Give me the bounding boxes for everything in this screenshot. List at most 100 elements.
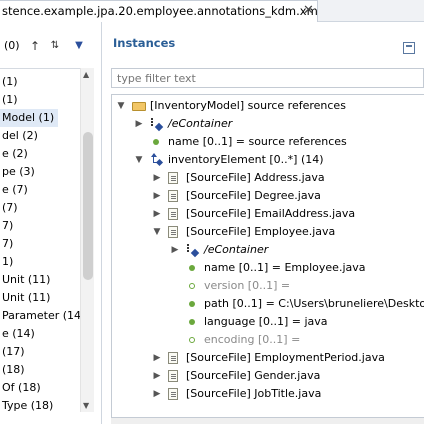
tree-row[interactable]: name [0..1] = source references bbox=[112, 133, 424, 151]
folder-icon bbox=[132, 102, 146, 111]
reference-icon bbox=[150, 153, 164, 167]
attribute-icon bbox=[153, 139, 159, 145]
tree-row-label: [SourceFile] Address.java bbox=[186, 171, 325, 184]
file-icon bbox=[168, 208, 178, 220]
tree-row-label: language [0..1] = java bbox=[204, 315, 328, 328]
types-list-item[interactable]: e (7) bbox=[0, 181, 92, 199]
instances-tree: ▼ [InventoryModel] source references ▶ /eCo… bbox=[111, 94, 424, 418]
tree-row[interactable]: ▼ [SourceFile] Employee.java bbox=[112, 223, 424, 241]
scroll-up-icon[interactable]: ▲ bbox=[83, 70, 89, 79]
types-list-item[interactable]: e (14) bbox=[0, 325, 92, 343]
filter-input[interactable] bbox=[111, 68, 424, 88]
tree-row-label: [SourceFile] JobTitle.java bbox=[186, 387, 322, 400]
types-list-item[interactable]: (7) bbox=[0, 199, 92, 217]
tree-row-label: /eContainer bbox=[204, 243, 269, 256]
types-list-item[interactable]: pe (3) bbox=[0, 163, 92, 181]
editor-tab-title: stence.example.jpa.20.employee.annotatio… bbox=[2, 4, 318, 18]
attribute-icon bbox=[189, 301, 195, 307]
tree-row[interactable]: ▶ [SourceFile] EmploymentPeriod.java bbox=[112, 349, 424, 367]
pane-title: Instances bbox=[113, 36, 176, 50]
types-list-item[interactable]: 7) bbox=[0, 235, 92, 253]
types-list-item[interactable]: 1) bbox=[0, 253, 92, 271]
expand-arrow-icon[interactable]: ▶ bbox=[170, 241, 180, 259]
tree-row[interactable]: ▼ inventoryElement [0..*] (14) bbox=[112, 151, 424, 169]
tree-row-label: name [0..1] = Employee.java bbox=[204, 261, 366, 274]
tree-row[interactable]: ▶ [SourceFile] EmailAddress.java bbox=[112, 205, 424, 223]
file-icon bbox=[168, 172, 178, 184]
tree-row[interactable]: name [0..1] = Employee.java bbox=[112, 259, 424, 277]
scroll-down-icon[interactable]: ▼ bbox=[83, 401, 89, 410]
types-list-item[interactable]: (17) bbox=[0, 343, 92, 361]
types-list-item[interactable]: (18) bbox=[0, 361, 92, 379]
types-pane: (0) ↑ ⇅ ▼ (1) (1) Model (1) del (2) e (2) pe … bbox=[0, 22, 102, 424]
file-icon bbox=[168, 352, 178, 364]
file-icon bbox=[168, 370, 178, 382]
tree-row[interactable]: ▶ /eContainer bbox=[112, 241, 424, 259]
tree-horizontal-scrollbar[interactable] bbox=[111, 418, 424, 424]
expand-arrow-icon[interactable]: ▶ bbox=[152, 367, 162, 385]
tree-row[interactable]: ▶ [SourceFile] Address.java bbox=[112, 169, 424, 187]
minimize-icon[interactable] bbox=[403, 42, 415, 54]
sort-alphabetical-icon[interactable]: ⇅ bbox=[48, 38, 62, 54]
tree-row-label: inventoryElement [0..*] (14) bbox=[168, 153, 324, 166]
types-scrollbar[interactable]: ▲ ▼ bbox=[80, 68, 94, 412]
view-menu-icon[interactable]: ▼ bbox=[72, 38, 86, 54]
types-list-item[interactable]: Type (18) bbox=[0, 397, 92, 415]
tree-row-label: [SourceFile] Degree.java bbox=[186, 189, 321, 202]
tree-row-label: /eContainer bbox=[168, 117, 233, 130]
collapse-arrow-icon[interactable]: ▼ bbox=[134, 151, 144, 169]
tree-row[interactable]: ▶ [SourceFile] Degree.java bbox=[112, 187, 424, 205]
types-list-item[interactable]: (1) bbox=[0, 91, 92, 109]
attribute-icon bbox=[189, 265, 195, 271]
tree-row[interactable]: version [0..1] = bbox=[112, 277, 424, 295]
attribute-icon bbox=[189, 319, 195, 325]
editor-tab-bar: stence.example.jpa.20.employee.annotatio… bbox=[0, 0, 424, 22]
types-list-item[interactable]: Unit (11) bbox=[0, 271, 92, 289]
types-list-item[interactable]: del (2) bbox=[0, 127, 92, 145]
expand-arrow-icon[interactable]: ▶ bbox=[152, 187, 162, 205]
scrollbar-thumb[interactable] bbox=[83, 132, 93, 280]
types-list-item[interactable]: Of (18) bbox=[0, 379, 92, 397]
file-icon bbox=[168, 388, 178, 400]
tree-row-label: [SourceFile] Gender.java bbox=[186, 369, 321, 382]
expand-arrow-icon[interactable]: ▶ bbox=[152, 205, 162, 223]
tree-row-label: [SourceFile] EmploymentPeriod.java bbox=[186, 351, 385, 364]
types-list-item[interactable]: Model (1) bbox=[0, 109, 58, 127]
file-icon bbox=[168, 190, 178, 202]
collapse-arrow-icon[interactable]: ▼ bbox=[152, 223, 162, 241]
instances-pane: Instances ▼ [InventoryModel] source refer… bbox=[103, 22, 424, 424]
container-icon bbox=[186, 243, 200, 258]
types-list-item[interactable]: 7) bbox=[0, 217, 92, 235]
tree-row-label: encoding [0..1] = bbox=[204, 333, 301, 346]
tree-row-label: [SourceFile] Employee.java bbox=[186, 225, 336, 238]
tree-row[interactable]: ▼ [InventoryModel] source references bbox=[112, 97, 424, 115]
expand-arrow-icon[interactable]: ▶ bbox=[152, 385, 162, 403]
instance-count-label: (0) bbox=[4, 39, 20, 52]
types-list-item[interactable]: Parameter (14) bbox=[0, 307, 92, 325]
types-list-item[interactable]: (1) bbox=[0, 73, 92, 91]
file-icon bbox=[168, 226, 178, 238]
types-list-item[interactable]: e (2) bbox=[0, 145, 92, 163]
collapse-arrow-icon[interactable]: ▼ bbox=[116, 97, 126, 115]
expand-arrow-icon[interactable]: ▶ bbox=[152, 169, 162, 187]
container-icon bbox=[150, 117, 164, 132]
attribute-empty-icon bbox=[189, 283, 195, 289]
types-toolbar: (0) ↑ ⇅ ▼ bbox=[0, 36, 102, 56]
tree-row[interactable]: ▶ [SourceFile] Gender.java bbox=[112, 367, 424, 385]
editor-tab[interactable]: stence.example.jpa.20.employee.annotatio… bbox=[0, 0, 318, 22]
tree-row[interactable]: path [0..1] = C:\Users\bruneliere\Deskto… bbox=[112, 295, 424, 313]
expand-arrow-icon[interactable]: ▶ bbox=[152, 349, 162, 367]
sort-ascending-icon[interactable]: ↑ bbox=[28, 38, 42, 54]
close-icon[interactable]: ✕ bbox=[303, 1, 314, 21]
instances-header: Instances bbox=[103, 22, 424, 66]
expand-arrow-icon[interactable]: ▶ bbox=[134, 115, 144, 133]
types-list: (1) (1) Model (1) del (2) e (2) pe (3) e (7) (7… bbox=[0, 68, 92, 418]
tree-row[interactable]: language [0..1] = java bbox=[112, 313, 424, 331]
tree-row[interactable]: ▶ [SourceFile] JobTitle.java bbox=[112, 385, 424, 403]
tree-row-label: version [0..1] = bbox=[204, 279, 291, 292]
tree-row[interactable]: encoding [0..1] = bbox=[112, 331, 424, 349]
tree-row[interactable]: ▶ /eContainer bbox=[112, 115, 424, 133]
attribute-empty-icon bbox=[189, 337, 195, 343]
tree-row-label: name [0..1] = source references bbox=[168, 135, 347, 148]
types-list-item[interactable]: Unit (11) bbox=[0, 289, 92, 307]
